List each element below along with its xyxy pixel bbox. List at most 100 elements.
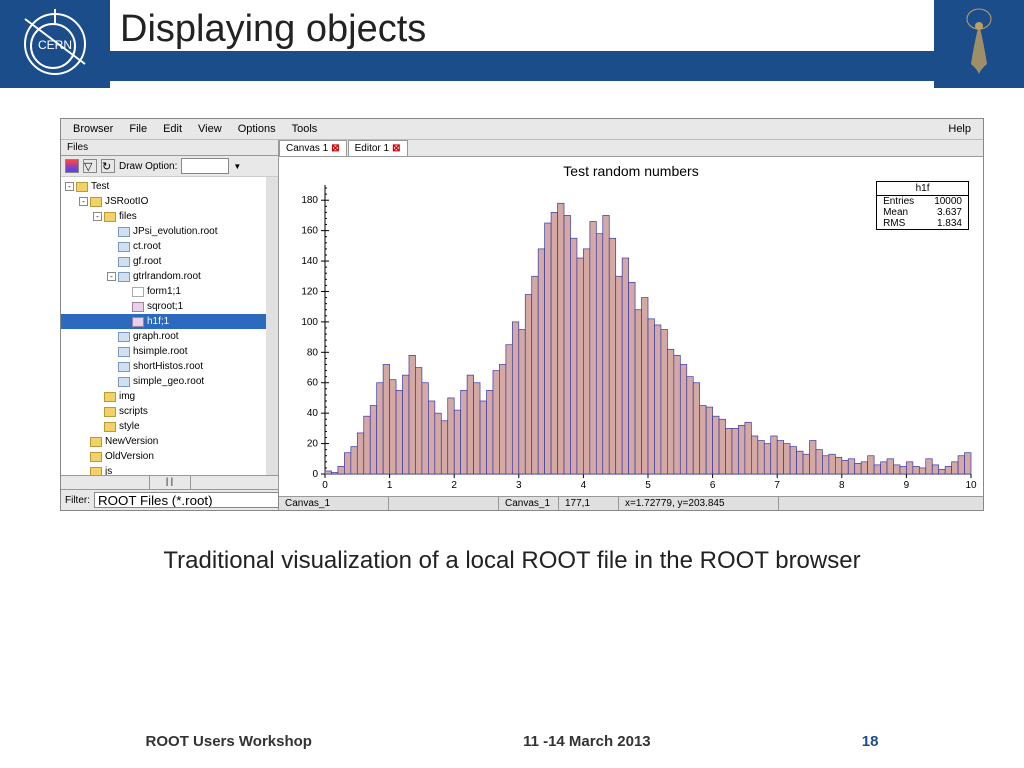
folder-icon bbox=[76, 182, 88, 192]
expand-icon[interactable]: - bbox=[65, 182, 74, 191]
tree-item-label: JSRootIO bbox=[105, 196, 148, 207]
svg-text:40: 40 bbox=[307, 408, 319, 419]
tree-item[interactable]: h1f;1 bbox=[61, 314, 278, 329]
tree-scrollbar[interactable] bbox=[266, 177, 278, 475]
svg-text:140: 140 bbox=[301, 256, 318, 267]
slide-footer: ROOT Users Workshop 11 -14 March 2013 18 bbox=[0, 733, 1024, 750]
tree-item[interactable]: js bbox=[61, 464, 278, 475]
expand-icon[interactable] bbox=[79, 437, 88, 446]
slide-title: Displaying objects bbox=[120, 8, 426, 51]
tree-item[interactable]: -gtrlrandom.root bbox=[61, 269, 278, 284]
tree-item[interactable]: img bbox=[61, 389, 278, 404]
status-cell: x=1.72779, y=203.845 bbox=[619, 497, 779, 510]
filter-input[interactable] bbox=[94, 492, 279, 508]
svg-text:120: 120 bbox=[301, 286, 318, 297]
svg-text:10: 10 bbox=[965, 480, 977, 491]
tab[interactable]: Editor 1⊠ bbox=[348, 140, 408, 156]
tree-item[interactable]: -files bbox=[61, 209, 278, 224]
draw-option-input[interactable] bbox=[181, 158, 229, 174]
svg-text:180: 180 bbox=[301, 195, 318, 206]
expand-icon[interactable] bbox=[79, 467, 88, 475]
expand-icon[interactable] bbox=[93, 392, 102, 401]
tree-item[interactable]: hsimple.root bbox=[61, 344, 278, 359]
menu-edit[interactable]: Edit bbox=[155, 121, 190, 137]
expand-icon[interactable] bbox=[107, 227, 116, 236]
tree-item[interactable]: simple_geo.root bbox=[61, 374, 278, 389]
obj-icon bbox=[132, 317, 144, 327]
tree-item-label: gf.root bbox=[133, 256, 161, 267]
file-icon bbox=[118, 257, 130, 267]
tree-item-label: scripts bbox=[119, 406, 148, 417]
cern-logo: CERN bbox=[0, 0, 110, 88]
close-icon[interactable]: ⊠ bbox=[392, 143, 400, 154]
tree-item-label: img bbox=[119, 391, 135, 402]
tree-item[interactable]: ct.root bbox=[61, 239, 278, 254]
tree-item-label: OldVersion bbox=[105, 451, 154, 462]
expand-icon[interactable] bbox=[107, 347, 116, 356]
tree-item-label: simple_geo.root bbox=[133, 376, 204, 387]
sidebar-toolbar: ▽ ↻ Draw Option: ▼ bbox=[61, 156, 278, 177]
file-icon bbox=[118, 242, 130, 252]
expand-icon[interactable] bbox=[121, 287, 130, 296]
refresh-icon[interactable]: ↻ bbox=[101, 159, 115, 173]
tree-item-label: form1;1 bbox=[147, 286, 181, 297]
file-tree[interactable]: -Test-JSRootIO-files JPsi_evolution.root… bbox=[61, 177, 278, 475]
expand-icon[interactable] bbox=[107, 257, 116, 266]
tree-item-label: Test bbox=[91, 181, 109, 192]
folder-icon bbox=[90, 467, 102, 476]
svg-text:160: 160 bbox=[301, 226, 318, 237]
expand-icon[interactable] bbox=[121, 317, 130, 326]
menu-help[interactable]: Help bbox=[940, 121, 979, 137]
tree-item[interactable]: style bbox=[61, 419, 278, 434]
file-icon bbox=[118, 347, 130, 357]
file-icon bbox=[118, 362, 130, 372]
expand-icon[interactable] bbox=[93, 422, 102, 431]
statue-image bbox=[934, 0, 1024, 88]
sort-icon[interactable] bbox=[65, 159, 79, 173]
tree-item[interactable]: gf.root bbox=[61, 254, 278, 269]
close-icon[interactable]: ⊠ bbox=[331, 143, 339, 154]
tree-item-label: graph.root bbox=[133, 331, 179, 342]
tree-item[interactable]: - Test bbox=[61, 179, 278, 194]
tab[interactable]: Canvas 1⊠ bbox=[279, 140, 347, 156]
expand-icon[interactable]: - bbox=[93, 212, 102, 221]
tree-item[interactable]: JPsi_evolution.root bbox=[61, 224, 278, 239]
tree-item[interactable]: form1;1 bbox=[61, 284, 278, 299]
svg-text:3: 3 bbox=[516, 480, 522, 491]
filter-label: Filter: bbox=[65, 495, 90, 506]
file-icon bbox=[118, 272, 130, 282]
tree-item-label: JPsi_evolution.root bbox=[133, 226, 218, 237]
header-strip bbox=[110, 51, 934, 81]
menu-browser[interactable]: Browser bbox=[65, 121, 121, 137]
menu-tools[interactable]: Tools bbox=[284, 121, 326, 137]
expand-icon[interactable] bbox=[79, 452, 88, 461]
tree-item[interactable]: - JSRootIO bbox=[61, 194, 278, 209]
expand-icon[interactable] bbox=[107, 242, 116, 251]
menu-view[interactable]: View bbox=[190, 121, 230, 137]
folder-icon bbox=[104, 392, 116, 402]
tree-item[interactable]: graph.root bbox=[61, 329, 278, 344]
menu-options[interactable]: Options bbox=[230, 121, 284, 137]
canvas[interactable]: Test random numbers h1f Entries10000Mean… bbox=[279, 157, 983, 496]
svg-text:9: 9 bbox=[904, 480, 910, 491]
tree-item-label: hsimple.root bbox=[133, 346, 187, 357]
menu-file[interactable]: File bbox=[121, 121, 155, 137]
filter-icon[interactable]: ▽ bbox=[83, 159, 97, 173]
tree-item[interactable]: NewVersion bbox=[61, 434, 278, 449]
tab-label: Canvas 1 bbox=[286, 143, 328, 154]
expand-icon[interactable] bbox=[121, 302, 130, 311]
expand-icon[interactable] bbox=[107, 332, 116, 341]
histogram-chart[interactable]: 020406080100120140160180012345678910 bbox=[279, 179, 983, 496]
tree-item[interactable]: scripts bbox=[61, 404, 278, 419]
expand-icon[interactable]: - bbox=[79, 197, 88, 206]
expand-icon[interactable] bbox=[93, 407, 102, 416]
expand-icon[interactable] bbox=[107, 377, 116, 386]
tree-item[interactable]: sqroot;1 bbox=[61, 299, 278, 314]
svg-text:60: 60 bbox=[307, 378, 319, 389]
sidebar-tab-files[interactable]: Files bbox=[61, 140, 278, 156]
expand-icon[interactable]: - bbox=[107, 272, 116, 281]
tree-item[interactable]: OldVersion bbox=[61, 449, 278, 464]
tree-item[interactable]: shortHistos.root bbox=[61, 359, 278, 374]
expand-icon[interactable] bbox=[107, 362, 116, 371]
draw-option-dropdown-icon[interactable]: ▼ bbox=[233, 162, 241, 171]
